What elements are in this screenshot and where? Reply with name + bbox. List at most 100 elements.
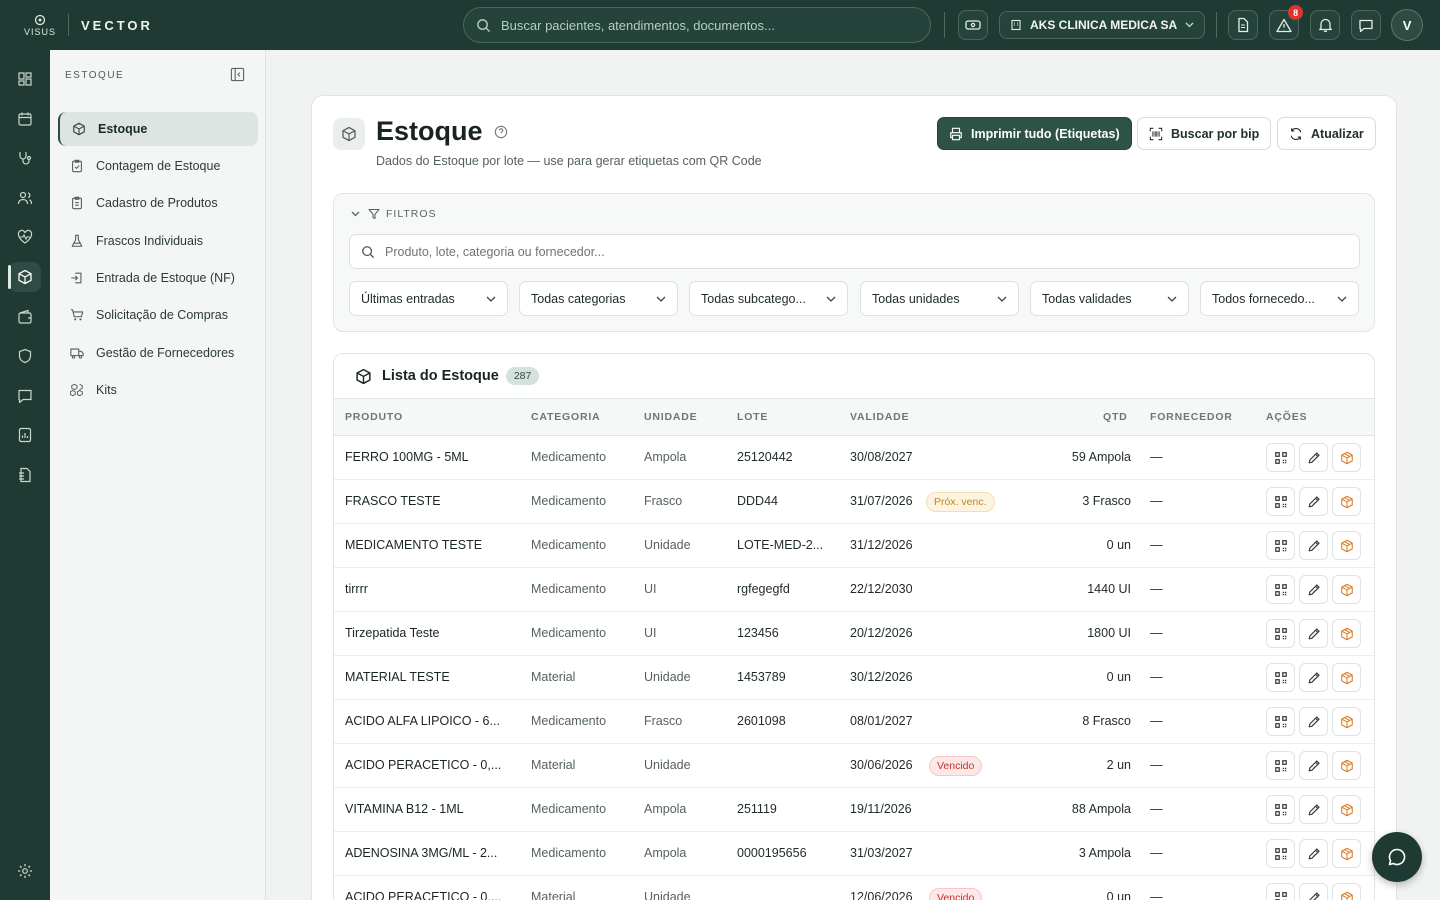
refresh-button[interactable]: Atualizar xyxy=(1277,117,1376,150)
filter-supplier-select[interactable]: Todos fornecedo... xyxy=(1200,281,1359,316)
table-row[interactable]: MEDICAMENTO TESTE Medicamento Unidade LOTE-… xyxy=(334,524,1374,568)
inventory-icon[interactable] xyxy=(13,265,37,289)
sidebar-item-fornecedores[interactable]: Gestão de Fornecedores xyxy=(58,336,258,370)
movement-button[interactable] xyxy=(1332,795,1361,824)
table-row[interactable]: MATERIAL TESTE Material Unidade 1453789 30/1… xyxy=(334,656,1374,700)
heart-pulse-icon[interactable] xyxy=(13,225,37,249)
table-row[interactable]: VITAMINA B12 - 1ML Medicamento Ampola 25111… xyxy=(334,788,1374,832)
col-lote[interactable]: LOTE xyxy=(737,411,768,423)
calendar-icon[interactable] xyxy=(13,107,37,131)
cell-produto: ACIDO PERACETICO - 0,... xyxy=(345,890,502,900)
movement-button[interactable] xyxy=(1332,839,1361,868)
table-row[interactable]: Tirzepatida Teste Medicamento UI 123456 20/1… xyxy=(334,612,1374,656)
col-produto[interactable]: PRODUTO xyxy=(345,411,403,423)
edit-button[interactable] xyxy=(1299,707,1328,736)
alerts-button[interactable]: 8 xyxy=(1269,5,1304,40)
settings-gear-icon[interactable] xyxy=(13,859,37,883)
sidebar-item-contagem[interactable]: Contagem de Estoque xyxy=(58,149,258,183)
sidebar-item-kits[interactable]: Kits xyxy=(58,373,258,407)
edit-button[interactable] xyxy=(1299,795,1328,824)
global-search[interactable]: Buscar pacientes, atendimentos, document… xyxy=(463,7,931,43)
filter-icon xyxy=(368,208,380,220)
table-row[interactable]: FERRO 100MG - 5ML Medicamento Ampola 251204… xyxy=(334,436,1374,480)
col-validade[interactable]: VALIDADE xyxy=(850,411,909,423)
qr-code-button[interactable] xyxy=(1266,883,1295,900)
filter-category-select[interactable]: Todas categorias xyxy=(519,281,678,316)
sidebar-item-solicitacao-compras[interactable]: Solicitação de Compras xyxy=(58,298,258,332)
documents-button[interactable] xyxy=(1228,10,1259,40)
movement-button[interactable] xyxy=(1332,663,1361,692)
contract-icon[interactable] xyxy=(13,463,37,487)
visus-logo[interactable]: VISUS xyxy=(24,14,56,37)
edit-button[interactable] xyxy=(1299,619,1328,648)
col-categoria[interactable]: CATEGORIA xyxy=(531,411,600,423)
stethoscope-icon[interactable] xyxy=(13,146,37,170)
table-row[interactable]: FRASCO TESTE Medicamento Frasco DDD44 31/07/… xyxy=(334,480,1374,524)
qr-code-button[interactable] xyxy=(1266,575,1295,604)
support-chat-button[interactable] xyxy=(1372,832,1422,882)
cell-unidade: Unidade xyxy=(644,538,691,552)
table-row[interactable]: ADENOSINA 3MG/ML - 2... Medicamento Ampola… xyxy=(334,832,1374,876)
qr-code-button[interactable] xyxy=(1266,795,1295,824)
edit-button[interactable] xyxy=(1299,443,1328,472)
sidebar-item-entrada-nf[interactable]: Entrada de Estoque (NF) xyxy=(58,261,258,295)
sidebar-item-frascos[interactable]: Frascos Individuais xyxy=(58,224,258,258)
filter-search-input[interactable]: Produto, lote, categoria ou fornecedor..… xyxy=(349,234,1360,269)
edit-button[interactable] xyxy=(1299,663,1328,692)
col-fornecedor[interactable]: FORNECEDOR xyxy=(1150,411,1233,423)
movement-button[interactable] xyxy=(1332,575,1361,604)
patients-icon[interactable] xyxy=(13,186,37,210)
filter-validity-select[interactable]: Todas validades xyxy=(1030,281,1189,316)
edit-button[interactable] xyxy=(1299,487,1328,516)
edit-button[interactable] xyxy=(1299,751,1328,780)
edit-button[interactable] xyxy=(1299,575,1328,604)
table-row[interactable]: ACIDO PERACETICO - 0,... Material Unidade 3… xyxy=(334,744,1374,788)
dashboard-icon[interactable] xyxy=(13,67,37,91)
edit-button[interactable] xyxy=(1299,883,1328,900)
sidebar-collapse-button[interactable] xyxy=(230,67,245,82)
filter-order-select[interactable]: Últimas entradas xyxy=(349,281,508,316)
qr-code-button[interactable] xyxy=(1266,443,1295,472)
sidebar-item-estoque[interactable]: Estoque xyxy=(58,112,258,146)
table-row[interactable]: tirrrr Medicamento UI rgfegegfd 22/12/2030 14… xyxy=(334,568,1374,612)
movement-button[interactable] xyxy=(1332,707,1361,736)
qr-code-button[interactable] xyxy=(1266,487,1295,516)
print-labels-button[interactable]: Imprimir tudo (Etiquetas) xyxy=(937,117,1132,150)
qr-code-button[interactable] xyxy=(1266,839,1295,868)
shield-icon[interactable] xyxy=(13,344,37,368)
qr-code-button[interactable] xyxy=(1266,663,1295,692)
filters-toggle[interactable]: FILTROS xyxy=(351,208,437,220)
help-icon[interactable] xyxy=(494,125,508,139)
table-row[interactable]: ACIDO ALFA LIPOICO - 6... Medicamento Fras… xyxy=(334,700,1374,744)
sidebar-item-cadastro-produtos[interactable]: Cadastro de Produtos xyxy=(58,186,258,220)
filter-search-placeholder: Produto, lote, categoria ou fornecedor..… xyxy=(385,244,605,259)
filter-unit-select[interactable]: Todas unidades xyxy=(860,281,1019,316)
movement-button[interactable] xyxy=(1332,531,1361,560)
message-square-icon[interactable] xyxy=(13,384,37,408)
wallet-icon[interactable] xyxy=(13,305,37,329)
edit-button[interactable] xyxy=(1299,531,1328,560)
messages-button[interactable] xyxy=(1351,10,1382,40)
clinic-selector[interactable]: AKS CLINICA MEDICA SA xyxy=(999,11,1206,39)
ticket-button[interactable] xyxy=(958,10,988,40)
filter-subcategory-select[interactable]: Todas subcatego... xyxy=(689,281,848,316)
cell-categoria: Medicamento xyxy=(531,802,607,816)
movement-button[interactable] xyxy=(1332,487,1361,516)
movement-button[interactable] xyxy=(1332,751,1361,780)
search-by-bip-button[interactable]: Buscar por bip xyxy=(1137,117,1272,150)
movement-button[interactable] xyxy=(1332,443,1361,472)
qr-code-button[interactable] xyxy=(1266,707,1295,736)
table-row[interactable]: ACIDO PERACETICO - 0,... Material Unidade 1… xyxy=(334,876,1374,900)
user-avatar[interactable]: V xyxy=(1391,9,1424,41)
qr-code-button[interactable] xyxy=(1266,751,1295,780)
qr-code-button[interactable] xyxy=(1266,531,1295,560)
col-qtd[interactable]: QTD xyxy=(1103,411,1128,423)
movement-button[interactable] xyxy=(1332,619,1361,648)
col-unidade[interactable]: UNIDADE xyxy=(644,411,697,423)
reports-icon[interactable] xyxy=(13,423,37,447)
qr-code-button[interactable] xyxy=(1266,619,1295,648)
notifications-button[interactable] xyxy=(1310,10,1341,40)
page-subtitle: Dados do Estoque por lote — use para ger… xyxy=(376,154,762,168)
movement-button[interactable] xyxy=(1332,883,1361,900)
edit-button[interactable] xyxy=(1299,839,1328,868)
